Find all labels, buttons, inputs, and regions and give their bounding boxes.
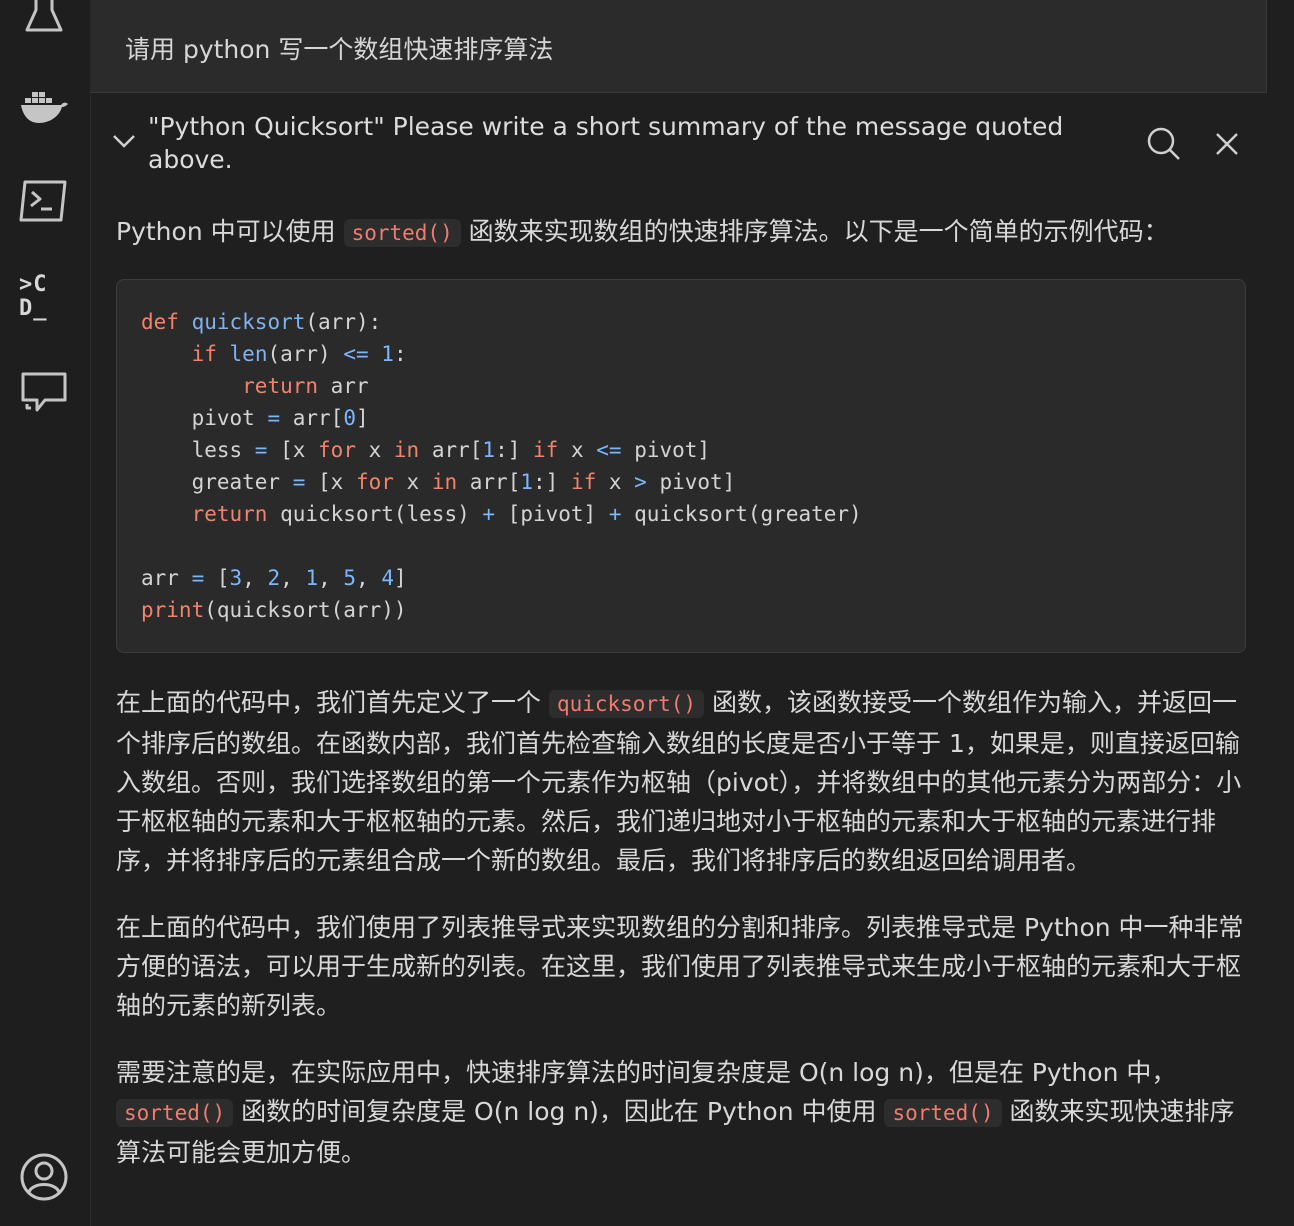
code-token: ] xyxy=(394,566,407,590)
code-token: [pivot] xyxy=(495,502,609,526)
text-fragment: 需要注意的是，在实际应用中，快速排序算法的时间复杂度是 O(n log n)，但… xyxy=(116,1058,1177,1087)
code-token: 4 xyxy=(381,566,394,590)
answer-paragraph-2: 在上面的代码中，我们使用了列表推导式来实现数组的分割和排序。列表推导式是 Pyt… xyxy=(116,913,1244,1020)
chat-icon[interactable] xyxy=(19,368,69,418)
code-token: :] xyxy=(495,438,534,462)
inline-code: sorted() xyxy=(116,1099,234,1127)
docker-icon[interactable] xyxy=(19,82,69,132)
code-token: 1 xyxy=(520,470,533,494)
code-token: 2 xyxy=(267,566,281,590)
code-token: 3 xyxy=(229,566,243,590)
code-token: 5 xyxy=(343,566,357,590)
search-icon[interactable] xyxy=(1144,124,1184,164)
code-token: for xyxy=(318,438,356,462)
code-token: len xyxy=(229,342,268,366)
codegpt-icon[interactable]: >C D_ xyxy=(19,273,69,323)
code-token: <= xyxy=(596,438,622,462)
prompt-text: 请用 python 写一个数组快速排序算法 xyxy=(125,35,554,64)
code-token: return xyxy=(242,374,319,398)
answer-content: Python 中可以使用 sorted() 函数来实现数组的快速排序算法。以下是… xyxy=(116,212,1246,1172)
code-token: :] xyxy=(533,470,571,494)
code-token: x xyxy=(355,438,394,462)
text-fragment: Python 中可以使用 xyxy=(116,217,344,246)
code-token: [ xyxy=(204,566,230,590)
code-block: def quicksort(arr): if len(arr) <= 1: re… xyxy=(116,279,1246,653)
code-token: [x xyxy=(267,438,319,462)
code-token: in xyxy=(431,470,458,494)
terminal-icon[interactable] xyxy=(19,176,69,226)
code-token: + xyxy=(608,502,622,526)
chevron-down-icon[interactable] xyxy=(111,132,137,150)
code-token: in xyxy=(393,438,420,462)
code-token: quicksort xyxy=(191,310,306,334)
codegpt-label-top: >C xyxy=(19,272,48,297)
chat-panel: 请用 python 写一个数组快速排序算法 "Python Quicksort"… xyxy=(91,0,1294,1226)
code-token: 0 xyxy=(343,406,356,430)
code-token: , xyxy=(242,566,268,590)
code-token: return xyxy=(191,502,268,526)
code-token: def xyxy=(141,310,179,334)
user-prompt: 请用 python 写一个数组快速排序算法 xyxy=(91,0,1267,93)
code-token: = xyxy=(267,406,281,430)
code-token: = xyxy=(292,470,306,494)
code-token: if xyxy=(533,438,559,462)
code-token: , xyxy=(356,566,382,590)
code-token: arr[ xyxy=(457,470,521,494)
flask-icon[interactable] xyxy=(19,0,69,42)
code-token: x xyxy=(558,438,597,462)
code-token: (arr) xyxy=(267,342,344,366)
code-token: 1 xyxy=(381,342,394,366)
code-token: x xyxy=(596,470,635,494)
code-token: arr[ xyxy=(280,406,344,430)
text-fragment: 在上面的代码中，我们首先定义了一个 xyxy=(116,688,549,717)
answer-paragraph-3: 需要注意的是，在实际应用中，快速排序算法的时间复杂度是 O(n log n)，但… xyxy=(116,1053,1246,1172)
code-token: for xyxy=(355,470,394,494)
code-token: quicksort(less) xyxy=(267,502,483,526)
inline-code: quicksort() xyxy=(548,690,705,718)
code-token: if xyxy=(191,342,217,366)
code-token: [x xyxy=(305,470,356,494)
code-token: + xyxy=(482,502,496,526)
code-token: arr[ xyxy=(419,438,483,462)
code-token: = xyxy=(191,566,205,590)
code-token: , xyxy=(318,566,344,590)
answer-intro: Python 中可以使用 sorted() 函数来实现数组的快速排序算法。以下是… xyxy=(116,212,1246,253)
summary-text: "Python Quicksort" Please write a short … xyxy=(148,112,1064,174)
close-icon[interactable] xyxy=(1209,126,1245,162)
answer-paragraph-1: 在上面的代码中，我们首先定义了一个 quicksort() 函数，该函数接受一个… xyxy=(116,683,1246,880)
code-token: <= xyxy=(343,342,369,366)
text-fragment: 函数的时间复杂度是 O(n log n)，因此在 Python 中使用 xyxy=(233,1097,885,1126)
code-token: > xyxy=(634,470,647,494)
code-token: = xyxy=(254,438,268,462)
code-token: x xyxy=(393,470,432,494)
inline-code: sorted() xyxy=(884,1099,1002,1127)
code-token: 1 xyxy=(305,566,319,590)
account-icon[interactable] xyxy=(19,1152,69,1202)
code-token: (quicksort(arr)) xyxy=(204,598,407,622)
code-token: if xyxy=(570,470,597,494)
activity-bar: >C D_ xyxy=(0,0,91,1226)
code-token: , xyxy=(280,566,306,590)
code-token: 1 xyxy=(482,438,496,462)
code-token: print xyxy=(141,598,205,622)
inline-code: sorted() xyxy=(343,219,461,247)
summary-header: "Python Quicksort" Please write a short … xyxy=(91,110,1266,184)
codegpt-label-bottom: D_ xyxy=(19,296,48,321)
text-fragment: 函数来实现数组的快速排序算法。以下是一个简单的示例代码： xyxy=(460,217,1169,246)
